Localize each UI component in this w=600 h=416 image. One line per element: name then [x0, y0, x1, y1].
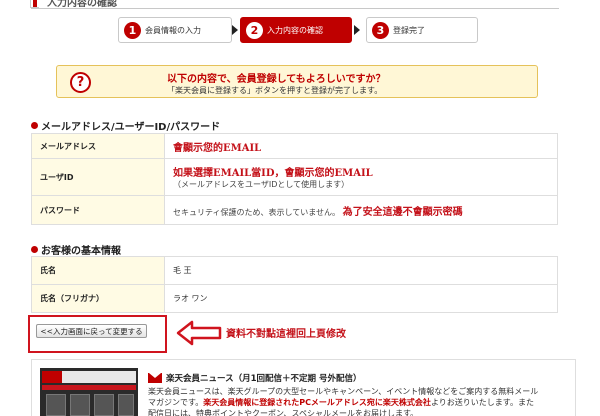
thumbnail-tile: [94, 394, 114, 416]
confirm-message-box: ? 以下の内容で、会員登録してもよろしいですか？ 「楽天会員に登録する」ボタンを…: [56, 65, 538, 98]
basic-info-table: 氏名 毛 王 氏名（フリガナ） ラオ ワン: [31, 256, 558, 313]
confirm-instruction: 「楽天会員に登録する」ボタンを押すと登録が完了します。: [167, 86, 383, 95]
table-row: メールアドレス 會顯示您的EMAIL: [31, 133, 558, 159]
password-value: セキュリティ保護のため、表示していません。 為了安全這邊不會顯示密碼: [164, 195, 558, 225]
step-number: 1: [124, 21, 141, 39]
thumbnail-tile: [118, 394, 134, 416]
section-title-account: メールアドレス/ユーザーID/パスワード: [31, 118, 220, 133]
table-row: パスワード セキュリティ保護のため、表示していません。 為了安全這邊不會顯示密碼: [31, 195, 558, 225]
password-annotation: 為了安全這邊不會顯示密碼: [342, 206, 463, 218]
newsletter-band: [42, 385, 136, 390]
kana-value: ラオ ワン: [164, 284, 558, 313]
table-row: 氏名（フリガナ） ラオ ワン: [31, 284, 558, 313]
step-label: 登録完了: [393, 25, 425, 35]
thumbnail-tile: [70, 394, 90, 416]
name-label: 氏名: [31, 256, 165, 285]
userid-note: （メールアドレスをユーザIDとして使用します）: [173, 180, 350, 189]
section-title-text: メールアドレス/ユーザーID/パスワード: [41, 122, 221, 133]
bullet-icon: [31, 246, 38, 253]
back-annotation: 資料不對點這裡回上頁修改: [226, 329, 346, 340]
section-marker: [30, 0, 39, 8]
newsletter-section: 楽天会員ニュース（月1回配信＋不定期 号外配信） 楽天会員ニュースは、楽天グルー…: [31, 359, 576, 416]
question-icon: ?: [70, 72, 91, 93]
mail-icon: [148, 373, 162, 383]
account-table: メールアドレス 會顯示您的EMAIL ユーザID 如果選擇EMAIL當ID，會顯…: [31, 133, 558, 225]
newsletter-text: よりお送りいたします。また: [430, 398, 534, 407]
bullet-icon: [31, 122, 38, 129]
step-label: 会員情報の入力: [145, 25, 201, 35]
step-arrow-icon: [354, 25, 360, 35]
step-member-info: 1 会員情報の入力: [118, 17, 232, 43]
step-number: 2: [246, 21, 263, 39]
userid-annotation: 如果選擇EMAIL當ID，會顯示您的EMAIL: [173, 168, 373, 179]
step-label: 入力内容の確認: [267, 25, 323, 35]
userid-label: ユーザID: [31, 158, 165, 196]
email-label: メールアドレス: [31, 133, 165, 159]
email-annotation: 會顯示您的EMAIL: [173, 142, 262, 154]
newsletter-line: 配信日には、特典ポイントやクーポン、スペシャルメールをお届けします。: [148, 409, 419, 416]
newsletter-heading-text: 楽天会員ニュース（月1回配信＋不定期 号外配信）: [166, 374, 362, 384]
name-value: 毛 王: [164, 256, 558, 285]
password-note: セキュリティ保護のため、表示していません。: [173, 207, 341, 217]
thumbnail-tile: [46, 394, 66, 416]
userid-value: 如果選擇EMAIL當ID，會顯示您的EMAIL （メールアドレスをユーザIDとし…: [164, 158, 558, 196]
newsletter-thumbnail: [40, 368, 138, 416]
newsletter-text: マガジンです。: [148, 398, 204, 407]
newsletter-banner: [42, 371, 136, 383]
step-number: 3: [372, 21, 389, 39]
step-confirm-input: 2 入力内容の確認: [240, 17, 352, 43]
step-progress-bar: 1 会員情報の入力 2 入力内容の確認 3 登録完了: [118, 17, 478, 43]
back-button-highlight: <<入力画面に戻って変更する: [28, 315, 167, 353]
left-arrow-icon: [176, 320, 222, 346]
kana-label: 氏名（フリガナ）: [31, 284, 165, 313]
newsletter-line: マガジンです。楽天会員情報に登録されたPCメールアドレス宛に楽天株式会社よりお送…: [148, 397, 568, 408]
section-title-basic-info: お客様の基本情報: [31, 242, 121, 257]
back-to-input-button[interactable]: <<入力画面に戻って変更する: [36, 324, 147, 338]
newsletter-description: 楽天会員ニュースは、楽天グループの大型セールやキャンペーン、イベント情報などをご…: [148, 386, 568, 416]
password-label: パスワード: [31, 195, 165, 225]
divider: [31, 8, 559, 9]
section-title-text: お客様の基本情報: [41, 246, 121, 257]
step-arrow-icon: [232, 25, 238, 35]
newsletter-heading: 楽天会員ニュース（月1回配信＋不定期 号外配信）: [148, 372, 361, 384]
step-complete: 3 登録完了: [366, 17, 478, 43]
confirm-question: 以下の内容で、会員登録してもよろしいですか？: [167, 74, 386, 85]
previous-section-edge: 入力内容の確認: [0, 0, 600, 12]
email-value: 會顯示您的EMAIL: [164, 133, 558, 159]
newsletter-highlight: 楽天会員情報に登録されたPCメールアドレス宛に楽天株式会社: [203, 398, 431, 407]
newsletter-line: 楽天会員ニュースは、楽天グループの大型セールやキャンペーン、イベント情報などをご…: [148, 387, 539, 396]
table-row: 氏名 毛 王: [31, 256, 558, 285]
table-row: ユーザID 如果選擇EMAIL當ID，會顯示您的EMAIL （メールアドレスをユ…: [31, 158, 558, 196]
